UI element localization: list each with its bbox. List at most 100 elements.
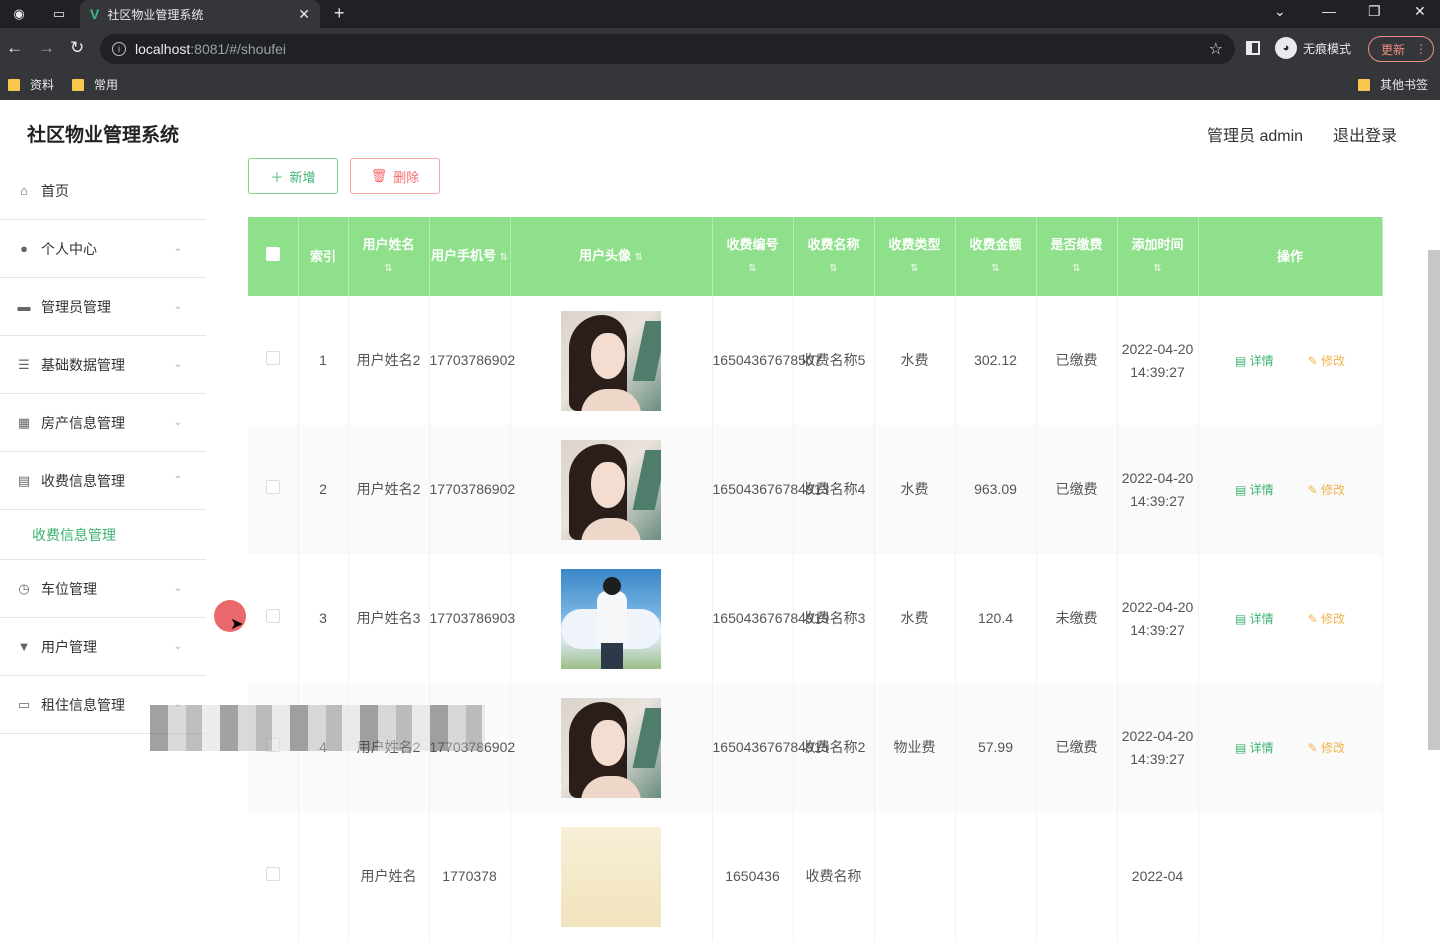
sidebar-item-label: 租住信息管理: [41, 696, 125, 713]
bookmarks-bar: 资料 常用 其他书签: [0, 70, 1440, 100]
sidebar-item-parking[interactable]: ◷ 车位管理 ⌄: [0, 560, 206, 618]
avatar[interactable]: [561, 439, 661, 540]
logout-link[interactable]: 退出登录: [1333, 122, 1397, 146]
bookmark-label: 常用: [94, 78, 119, 92]
sidebar-item-property[interactable]: ▦ 房产信息管理 ⌄: [0, 394, 206, 452]
other-bookmarks[interactable]: 其他书签: [1358, 76, 1428, 93]
edit-button[interactable]: ✎ 修改: [1308, 741, 1345, 755]
trash-icon: 🗑: [370, 168, 388, 183]
minimize-icon[interactable]: —: [1322, 3, 1336, 19]
detail-button[interactable]: ▤ 详情: [1235, 741, 1274, 755]
close-window-icon[interactable]: ✕: [1414, 3, 1426, 20]
fee-type-cell: 水费: [874, 425, 956, 554]
column-header[interactable]: 用户头像 ⇅: [510, 217, 713, 296]
column-header-label: 用户手机号: [430, 247, 496, 263]
sidebar-item-basic-data[interactable]: ☰ 基础数据管理 ⌄: [0, 336, 206, 394]
edit-button[interactable]: ✎ 修改: [1308, 612, 1345, 626]
column-header[interactable]: 收费类型 ⇅: [874, 217, 956, 296]
monitor-icon: ▭: [17, 696, 31, 712]
window-icon[interactable]: ▭: [50, 5, 68, 23]
reload-icon[interactable]: ↻: [70, 38, 84, 58]
column-header[interactable]: 用户手机号 ⇅: [429, 217, 511, 296]
chevron-down-icon: ⌄: [173, 583, 182, 594]
select-all-cell[interactable]: [248, 217, 299, 296]
tab-search-icon[interactable]: ⌄: [1274, 3, 1286, 20]
column-header[interactable]: 用户姓名 ⇅: [348, 217, 430, 296]
sidebar-item-label: 基础数据管理: [41, 356, 125, 373]
new-tab-icon[interactable]: +: [334, 3, 345, 24]
sort-icon[interactable]: ⇅: [384, 263, 392, 274]
edit-label: 修改: [1320, 611, 1345, 626]
pin-icon: ▼: [17, 639, 31, 654]
column-header[interactable]: 收费编号 ⇅: [712, 217, 794, 296]
column-header: 操作: [1198, 217, 1383, 296]
sort-icon[interactable]: ⇅: [500, 252, 508, 263]
restore-icon[interactable]: ❐: [1368, 3, 1381, 20]
home-icon: ⌂: [20, 183, 28, 198]
sidebar-item-personal[interactable]: ● 个人中心 ⌄: [0, 220, 206, 278]
main-content: ＋ 新增 🗑 删除 索引 用户姓名 ⇅ 用户手机号 ⇅ 用户头像 ⇅ 收费编号 ⇅ …: [220, 158, 1420, 941]
fee-number-cell: 165043676784919: [712, 554, 829, 683]
avatar[interactable]: [561, 826, 661, 927]
sort-icon[interactable]: ⇅: [635, 252, 643, 263]
update-button[interactable]: 更新 ⋮: [1368, 36, 1434, 62]
page-scrollbar[interactable]: [1428, 250, 1440, 750]
sort-icon[interactable]: ⇅: [829, 263, 837, 274]
browser-globe-icon[interactable]: ◉: [10, 5, 28, 23]
created-time-cell: 2022-04-20 14:39:27: [1117, 683, 1199, 812]
sort-icon[interactable]: ⇅: [748, 263, 756, 274]
delete-button[interactable]: 🗑 删除: [350, 158, 440, 194]
column-header[interactable]: 收费金额 ⇅: [955, 217, 1037, 296]
table-header-row: 索引 用户姓名 ⇅ 用户手机号 ⇅ 用户头像 ⇅ 收费编号 ⇅ 收费名称 ⇅ 收费类型…: [248, 217, 1383, 296]
avatar[interactable]: [561, 310, 661, 411]
sidebar-item-admins[interactable]: ▬ 管理员管理 ⌄: [0, 278, 206, 336]
add-button[interactable]: ＋ 新增: [248, 158, 338, 194]
url-input[interactable]: i localhost:8081/#/shoufei ☆: [100, 34, 1235, 64]
paid-status-cell: 未缴费: [1036, 554, 1118, 683]
forward-icon[interactable]: →: [38, 38, 55, 58]
table-row: 2 用户姓名2 17703786902 165043676784913 收费名称…: [248, 425, 1383, 554]
phone-cell: 17703786903: [429, 554, 515, 683]
column-header[interactable]: 索引: [298, 217, 349, 296]
row-checkbox[interactable]: [265, 609, 280, 623]
detail-button[interactable]: ▤ 详情: [1235, 612, 1274, 626]
column-header[interactable]: 收费名称 ⇅: [793, 217, 875, 296]
chevron-down-icon: ⌄: [173, 301, 182, 312]
select-all-checkbox[interactable]: [265, 246, 280, 261]
edit-button[interactable]: ✎ 修改: [1308, 483, 1345, 497]
browser-tab[interactable]: V 社区物业管理系统 ✕: [80, 0, 320, 28]
sort-icon[interactable]: ⇅: [1153, 263, 1161, 274]
detail-button[interactable]: ▤ 详情: [1235, 354, 1274, 368]
avatar[interactable]: [561, 568, 661, 669]
detail-button[interactable]: ▤ 详情: [1235, 483, 1274, 497]
folder-icon: [1358, 78, 1370, 91]
incognito-indicator[interactable]: ◕ 无痕模式: [1275, 37, 1351, 59]
row-checkbox[interactable]: [265, 480, 280, 494]
sidebar-item-users[interactable]: ▼ 用户管理 ⌄: [0, 618, 206, 676]
back-icon[interactable]: ←: [6, 38, 23, 58]
site-info-icon[interactable]: i: [112, 42, 126, 56]
sidebar-item-home[interactable]: ⌂ 首页: [0, 162, 206, 220]
list-icon: ☰: [18, 356, 30, 372]
bookmark-folder[interactable]: 常用: [72, 76, 118, 93]
column-header[interactable]: 添加时间 ⇅: [1117, 217, 1199, 296]
other-bookmarks-label: 其他书签: [1380, 78, 1429, 92]
sidebar-subitem-fee-management[interactable]: 收费信息管理: [0, 510, 206, 560]
column-header-label: 用户头像: [578, 247, 631, 263]
column-header-label: 收费编号: [726, 236, 779, 252]
avatar[interactable]: [561, 697, 661, 798]
sort-icon[interactable]: ⇅: [1072, 263, 1080, 274]
bookmark-folder[interactable]: 资料: [8, 76, 54, 93]
side-panel-icon[interactable]: [1246, 41, 1260, 55]
column-header[interactable]: 是否缴费 ⇅: [1036, 217, 1118, 296]
sidebar-item-fees[interactable]: ▤ 收费信息管理 ⌃: [0, 452, 206, 510]
bookmark-star-icon[interactable]: ☆: [1209, 39, 1223, 59]
row-checkbox[interactable]: [265, 867, 280, 881]
row-checkbox[interactable]: [265, 351, 280, 365]
add-button-label: 新增: [289, 169, 316, 185]
sort-icon[interactable]: ⇅: [991, 263, 999, 274]
sort-icon[interactable]: ⇅: [910, 263, 918, 274]
fee-type-cell: 物业费: [874, 683, 956, 812]
edit-button[interactable]: ✎ 修改: [1308, 354, 1345, 368]
tab-close-icon[interactable]: ✕: [298, 6, 310, 23]
